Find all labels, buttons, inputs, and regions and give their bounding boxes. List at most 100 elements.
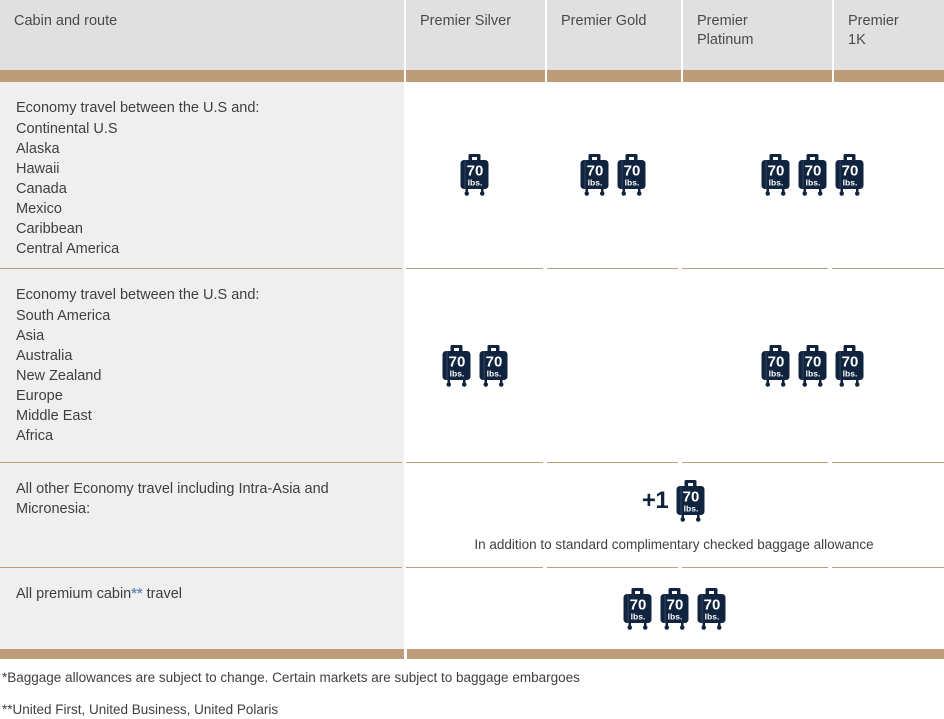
row-label-cell: All other Economy travel including Intra… (0, 463, 404, 567)
checked-bag-icon: 70lbs. (460, 154, 489, 196)
svg-text:70: 70 (842, 353, 859, 370)
checked-bag-icon: 70lbs. (479, 344, 507, 387)
checked-bag-icon: 70lbs. (798, 344, 827, 387)
bag-group: 70 lbs. 70 lbs. 70 lbs. (622, 587, 727, 631)
row-lead-text: Economy travel between the U.S and: (16, 100, 260, 116)
destination-list: South America Asia Australia New Zealand… (16, 306, 390, 446)
svg-text:lbs.: lbs. (588, 178, 603, 188)
checked-bag-icon: 70lbs. (660, 587, 688, 630)
destination-item: Africa (16, 428, 54, 444)
svg-text:lbs.: lbs. (486, 368, 501, 378)
table-row: All premium cabin** travel 70 lbs. 70 lbs. 7… (0, 568, 944, 649)
row-lead-text: All premium cabin** travel (16, 584, 390, 604)
svg-text:lbs.: lbs. (843, 368, 858, 378)
svg-text:70: 70 (683, 488, 700, 505)
row-lead-text: Economy travel between the U.S and: (16, 287, 260, 303)
plus-one-bag-group: +1 70 lbs. (642, 479, 706, 523)
column-header-label-line2: 1K (848, 32, 866, 48)
destination-list: Continental U.S Alaska Hawaii Canada Mex… (16, 119, 390, 259)
column-header-premier-silver: Premier Silver (404, 0, 545, 82)
column-header-cabin-and-route: Cabin and route (0, 0, 404, 82)
cell-silver: 70 lbs. (404, 82, 545, 268)
table-header-row: Cabin and route Premier Silver Premier G… (0, 0, 944, 82)
row-value-cells: +1 70 lbs. In addition to standard compli… (404, 463, 944, 567)
row-label-cell: Economy travel between the U.S and: Sout… (0, 269, 404, 462)
bag-group: 70 lbs. (675, 479, 706, 523)
svg-text:70: 70 (467, 163, 484, 180)
bottom-bar-segment (407, 649, 944, 659)
checked-bag-icon: 70lbs. (676, 479, 705, 522)
checked-bag-icon: 70lbs. (761, 344, 790, 387)
destination-item: South America (16, 308, 111, 324)
column-header-label-line1: Premier (697, 13, 748, 29)
column-header-premier-gold: Premier Gold (545, 0, 681, 82)
checked-bag-icon: 70lbs. (798, 154, 827, 196)
table-row: All other Economy travel including Intra… (0, 463, 944, 567)
cell-platinum-1k: 70 lbs. 70 lbs. 70 lbs. (681, 82, 944, 268)
row-value-cells: 70 lbs. 70 lbs. 70 lbs. (404, 568, 944, 649)
bag-group: 70 lbs. 70 lbs. 70 lbs. (760, 344, 865, 388)
destination-item: Middle East (16, 408, 92, 424)
header-accent-bar (406, 70, 545, 82)
svg-text:70: 70 (448, 353, 465, 370)
footnote-text: *Baggage allowances are subject to chang… (2, 670, 580, 685)
checked-bag-icon: 70lbs. (697, 587, 725, 630)
cell-caption: In addition to standard complimentary ch… (474, 536, 874, 552)
destination-item: Caribbean (16, 221, 83, 237)
svg-text:70: 70 (805, 353, 822, 370)
column-header-label: Cabin and route (14, 13, 118, 29)
svg-text:70: 70 (703, 596, 720, 613)
table-row: Economy travel between the U.S and: Cont… (0, 82, 944, 268)
column-header-premier-platinum: Premier Platinum (681, 0, 832, 82)
destination-item: Alaska (16, 141, 60, 157)
svg-text:70: 70 (805, 163, 822, 180)
svg-text:70: 70 (587, 163, 604, 180)
destination-item: Hawaii (16, 161, 60, 177)
svg-text:lbs.: lbs. (806, 178, 821, 188)
row-value-cells: 70 lbs. 70 lbs. 70 lbs. 70 lbs. 70 lbs. (404, 269, 944, 462)
svg-text:lbs.: lbs. (806, 368, 821, 378)
svg-text:lbs.: lbs. (684, 503, 699, 513)
svg-text:lbs.: lbs. (769, 368, 784, 378)
svg-text:lbs.: lbs. (468, 178, 483, 188)
footnote-marker[interactable]: ** (131, 586, 142, 602)
bag-group: 70 lbs. 70 lbs. (579, 153, 647, 197)
column-header-label-line2: Platinum (697, 32, 754, 48)
destination-item: Continental U.S (16, 121, 118, 137)
cell-gold (545, 269, 681, 462)
svg-text:70: 70 (768, 353, 785, 370)
svg-text:lbs.: lbs. (769, 178, 784, 188)
destination-item: New Zealand (16, 368, 102, 384)
table-bottom-accent-bar (0, 649, 944, 659)
row-lead-text-suffix: travel (142, 586, 183, 602)
svg-text:lbs.: lbs. (843, 178, 858, 188)
row-label-cell: All premium cabin** travel (0, 568, 404, 649)
checked-bag-icon: 70lbs. (580, 154, 609, 196)
svg-text:lbs.: lbs. (630, 611, 645, 621)
column-header-label: Premier Gold (561, 13, 647, 29)
svg-text:70: 70 (485, 353, 502, 370)
row-lead-text: All other Economy travel including Intra… (16, 481, 329, 517)
destination-item: Mexico (16, 201, 62, 217)
column-header-label-line1: Premier (848, 13, 899, 29)
column-header-premier-1k: Premier 1K (832, 0, 944, 82)
column-header-label: Premier Silver (420, 13, 512, 29)
checked-bag-icon: 70lbs. (442, 344, 470, 387)
svg-text:lbs.: lbs. (449, 368, 464, 378)
checked-bag-icon: 70lbs. (835, 154, 864, 196)
checked-bag-icon: 70lbs. (761, 154, 790, 196)
header-accent-bar (834, 70, 944, 82)
destination-item: Asia (16, 328, 45, 344)
cell-all-tiers: +1 70 lbs. In addition to standard compli… (404, 463, 944, 567)
destination-item: Central America (16, 241, 120, 257)
cell-platinum-1k: 70 lbs. 70 lbs. 70 lbs. (681, 269, 944, 462)
row-value-cells: 70 lbs. 70 lbs. 70 lbs. 70 lbs. 70 lbs. 70 lbs. (404, 82, 944, 268)
header-accent-bar (547, 70, 681, 82)
checked-bag-icon: 70lbs. (835, 344, 864, 387)
svg-text:70: 70 (768, 163, 785, 180)
svg-text:lbs.: lbs. (625, 178, 640, 188)
checked-bag-icon: 70lbs. (623, 587, 651, 630)
baggage-allowance-table: Cabin and route Premier Silver Premier G… (0, 0, 944, 719)
svg-text:lbs.: lbs. (667, 611, 682, 621)
footnotes: *Baggage allowances are subject to chang… (0, 659, 944, 719)
